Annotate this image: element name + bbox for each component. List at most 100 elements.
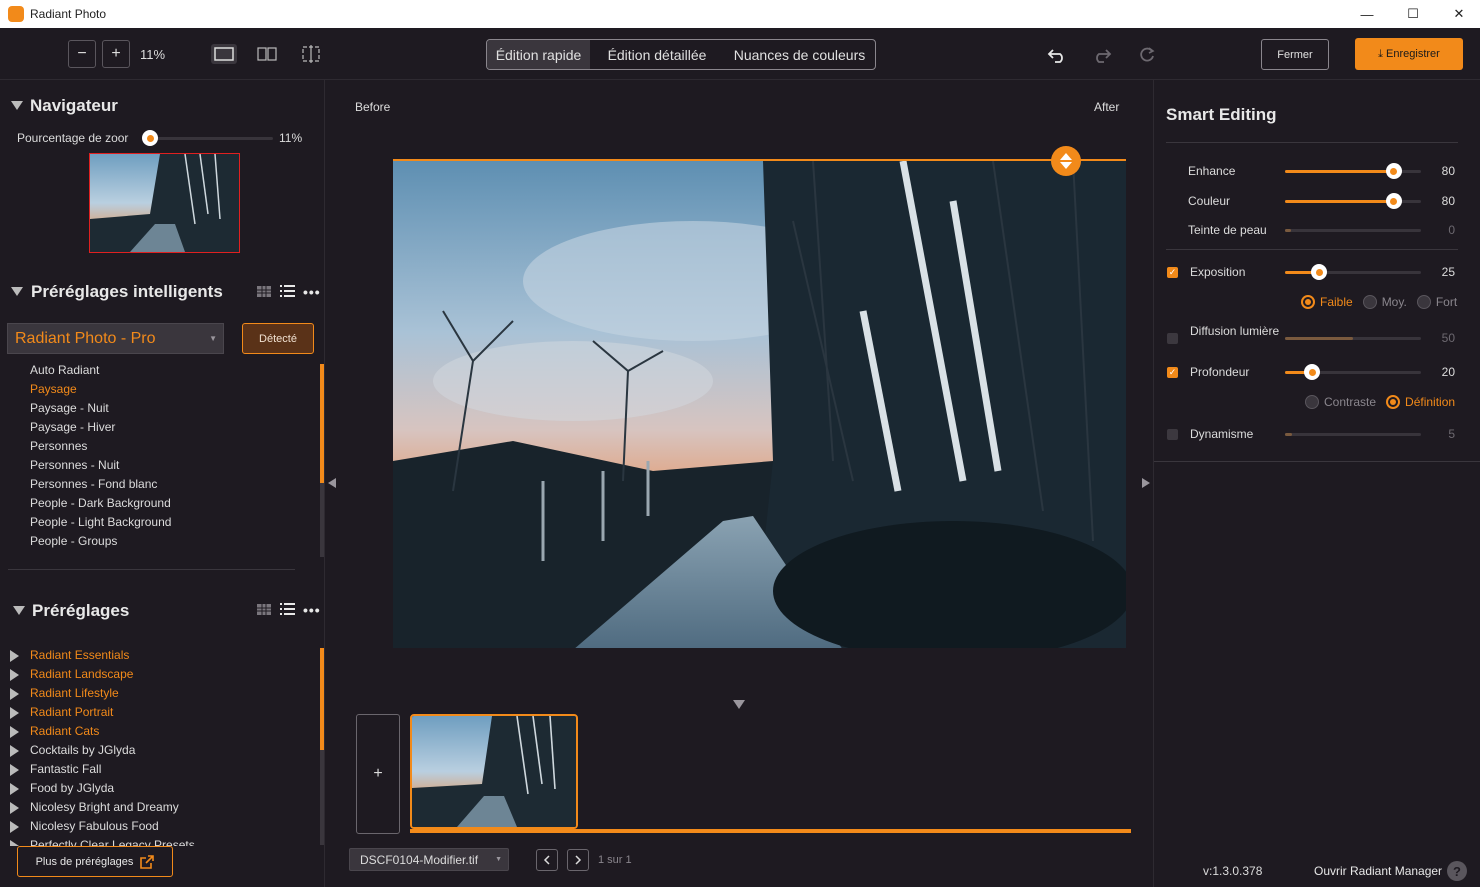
preset-item[interactable]: Cocktails by JGlyda (10, 741, 310, 760)
checkbox-4[interactable] (1167, 333, 1178, 344)
navigator-collapse-icon[interactable] (11, 99, 23, 113)
collapse-left-panel-icon[interactable] (328, 478, 336, 488)
smart-presets-scroll-thumb[interactable] (320, 364, 324, 483)
prev-image-button[interactable] (536, 849, 558, 871)
radio-icon[interactable] (1416, 294, 1431, 309)
exposure-option[interactable]: Moy. (1362, 294, 1407, 309)
presets-scroll-thumb[interactable] (320, 648, 324, 750)
tab-edition-detaillee[interactable]: Édition détaillée (590, 40, 724, 69)
smart-preset-item[interactable]: Personnes - Fond blanc (30, 475, 310, 494)
preset-item[interactable]: Perfectly Clear Legacy Presets (10, 836, 310, 846)
smart-preset-item[interactable]: People - Groups (30, 532, 310, 551)
file-dropdown[interactable]: DSCF0104-Modifier.tif ▼ (349, 848, 509, 871)
preset-item[interactable]: Radiant Landscape (10, 665, 310, 684)
smart-preset-item[interactable]: Paysage - Hiver (30, 418, 310, 437)
tab-nuances-couleurs[interactable]: Nuances de couleurs (724, 40, 875, 69)
maximize-button[interactable]: ☐ (1390, 0, 1436, 28)
smart-preset-item[interactable]: Auto Radiant (30, 361, 310, 380)
preset-item[interactable]: Nicolesy Bright and Dreamy (10, 798, 310, 817)
compare-handle-icon[interactable] (1051, 146, 1081, 176)
checkbox-6[interactable] (1167, 429, 1178, 440)
navigator-thumbnail[interactable] (89, 153, 240, 253)
add-image-button[interactable]: + (356, 714, 400, 834)
radio-icon[interactable] (1362, 294, 1377, 309)
next-image-button[interactable] (567, 849, 589, 871)
list-view-icon[interactable] (280, 285, 295, 300)
slider-knob[interactable] (1311, 264, 1327, 280)
presets-more-icon[interactable]: ••• (303, 602, 321, 618)
smart-preset-item[interactable]: Paysage - Nuit (30, 399, 310, 418)
smart-preset-dropdown[interactable]: Radiant Photo - Pro ▼ (7, 323, 224, 354)
expand-arrow-icon[interactable] (10, 839, 19, 846)
more-presets-button[interactable]: Plus de préréglages (17, 846, 173, 877)
presets-grid-view-icon[interactable] (257, 604, 271, 618)
slider-track[interactable] (1285, 229, 1421, 232)
single-view-icon[interactable] (211, 44, 237, 64)
depth-option[interactable]: Contraste (1305, 394, 1376, 409)
preset-item[interactable]: Radiant Portrait (10, 703, 310, 722)
smart-preset-item[interactable]: People - Light Background (30, 513, 310, 532)
expand-arrow-icon[interactable] (10, 649, 19, 662)
toggle-filmstrip-icon[interactable] (733, 700, 745, 709)
expand-arrow-icon[interactable] (10, 744, 19, 757)
reset-icon[interactable] (1136, 44, 1158, 66)
radio-icon[interactable] (1305, 394, 1319, 409)
split-view-icon[interactable] (254, 44, 280, 64)
open-manager-link[interactable]: Ouvrir Radiant Manager (1314, 864, 1442, 878)
close-window-button[interactable]: ✕ (1436, 0, 1480, 28)
expand-arrow-icon[interactable] (10, 763, 19, 776)
presets-list-view-icon[interactable] (280, 603, 295, 618)
help-icon[interactable]: ? (1447, 861, 1467, 881)
collapse-right-panel-icon[interactable] (1142, 478, 1150, 488)
close-button[interactable]: Fermer (1261, 39, 1329, 70)
slider-knob[interactable] (1385, 163, 1402, 179)
preset-item[interactable]: Food by JGlyda (10, 779, 310, 798)
smart-preset-item[interactable]: Personnes (30, 437, 310, 456)
preset-item[interactable]: Radiant Essentials (10, 646, 310, 665)
zoom-out-button[interactable]: − (68, 40, 96, 68)
main-photo[interactable] (393, 159, 1126, 648)
expand-arrow-icon[interactable] (10, 782, 19, 795)
smart-preset-item[interactable]: Paysage (30, 380, 310, 399)
preset-item[interactable]: Fantastic Fall (10, 760, 310, 779)
redo-icon[interactable] (1091, 44, 1113, 66)
save-button[interactable]: ⤓ Enregistrer (1355, 38, 1463, 70)
expand-arrow-icon[interactable] (10, 801, 19, 814)
exposure-option[interactable]: Fort (1416, 294, 1457, 309)
detected-button[interactable]: Détecté (242, 323, 314, 354)
tab-edition-rapide[interactable]: Édition rapide (487, 40, 590, 69)
depth-option[interactable]: Définition (1386, 394, 1455, 409)
preset-item[interactable]: Nicolesy Fabulous Food (10, 817, 310, 836)
undo-icon[interactable] (1046, 44, 1068, 66)
smart-presets-collapse-icon[interactable] (11, 285, 23, 299)
smart-presets-more-icon[interactable]: ••• (303, 284, 321, 300)
preset-item[interactable]: Radiant Lifestyle (10, 684, 310, 703)
checkbox-3[interactable]: ✓ (1167, 267, 1178, 278)
grid-view-icon[interactable] (257, 286, 271, 300)
preset-item[interactable]: Radiant Cats (10, 722, 310, 741)
expand-arrow-icon[interactable] (10, 725, 19, 738)
crop-view-icon[interactable] (298, 44, 324, 64)
filmstrip-thumbnail[interactable] (410, 714, 578, 829)
zoom-slider-track[interactable] (150, 137, 273, 140)
minimize-button[interactable]: — (1344, 0, 1390, 28)
presets-collapse-icon[interactable] (13, 604, 25, 618)
expand-arrow-icon[interactable] (10, 706, 19, 719)
zoom-in-button[interactable]: + (102, 40, 130, 68)
radio-icon[interactable] (1386, 394, 1401, 409)
radio-icon[interactable] (1301, 294, 1315, 309)
exposure-option[interactable]: Faible (1301, 294, 1353, 309)
expand-arrow-icon[interactable] (10, 820, 19, 833)
filmstrip-scrollbar[interactable] (410, 829, 1131, 833)
smart-preset-item[interactable]: People - Dark Background (30, 494, 310, 513)
expand-arrow-icon[interactable] (10, 687, 19, 700)
checkbox-5[interactable]: ✓ (1167, 367, 1178, 378)
slider-knob[interactable] (1304, 364, 1321, 380)
slider-track[interactable] (1285, 433, 1421, 436)
expand-arrow-icon[interactable] (10, 668, 19, 681)
slider-knob[interactable] (1385, 193, 1402, 209)
smart-preset-item[interactable]: Personnes - Nuit (30, 456, 310, 475)
zoom-slider-knob[interactable] (142, 130, 158, 146)
smart-presets-scrollbar[interactable] (320, 364, 324, 557)
presets-scrollbar[interactable] (320, 648, 324, 845)
